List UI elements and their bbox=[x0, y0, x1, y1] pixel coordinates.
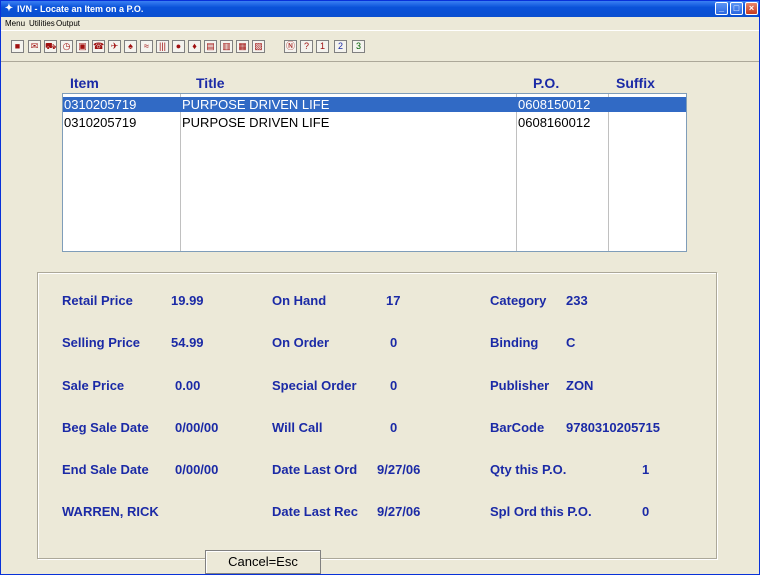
po-list[interactable]: 0310205719 PURPOSE DRIVEN LIFE 060815001… bbox=[62, 93, 687, 252]
category-value: 233 bbox=[566, 293, 588, 308]
tool-16-icon[interactable]: ▧ bbox=[252, 40, 265, 53]
clock-icon[interactable]: ◷ bbox=[60, 40, 73, 53]
retail-price-label: Retail Price bbox=[62, 293, 133, 308]
end-sale-date-label: End Sale Date bbox=[62, 462, 149, 477]
tool-7-icon[interactable]: ✈ bbox=[108, 40, 121, 53]
tool-two-button[interactable]: 2 bbox=[334, 40, 347, 53]
cell-po: 0608160012 bbox=[518, 115, 591, 130]
barcode-label: BarCode bbox=[490, 420, 545, 435]
tool-12-icon[interactable]: ♦ bbox=[188, 40, 201, 53]
end-sale-date-value: 0/00/00 bbox=[175, 462, 219, 477]
table-row[interactable]: 0310205719 PURPOSE DRIVEN LIFE 060816001… bbox=[63, 115, 686, 130]
qty-this-po-value: 1 bbox=[642, 462, 650, 477]
special-order-label: Special Order bbox=[272, 378, 357, 393]
cell-item: 0310205719 bbox=[64, 97, 137, 112]
header-po[interactable]: P.O. bbox=[533, 75, 559, 91]
phone-icon[interactable]: ☎ bbox=[92, 40, 105, 53]
menu-bar: Menu Utilities Output bbox=[1, 17, 759, 30]
tool-9-icon[interactable]: ≈ bbox=[140, 40, 153, 53]
header-item[interactable]: Item bbox=[70, 75, 99, 91]
on-hand-value: 17 bbox=[386, 293, 401, 308]
menu-item-utilities[interactable]: Utilities bbox=[29, 17, 55, 30]
tool-17-icon[interactable]: Ⓝ bbox=[284, 40, 297, 53]
close-button[interactable]: × bbox=[745, 2, 758, 15]
lock-icon[interactable]: ▤ bbox=[204, 40, 217, 53]
cell-title: PURPOSE DRIVEN LIFE bbox=[182, 115, 330, 130]
app-icon: ✦ bbox=[4, 3, 14, 14]
cell-title: PURPOSE DRIVEN LIFE bbox=[182, 97, 330, 112]
maximize-button[interactable]: □ bbox=[730, 2, 743, 15]
tool-2-icon[interactable]: ✉ bbox=[28, 40, 41, 53]
help-icon[interactable]: ? bbox=[300, 40, 313, 53]
selling-price-value: 54.99 bbox=[171, 335, 204, 350]
barcode-icon[interactable]: ● bbox=[172, 40, 185, 53]
on-order-label: On Order bbox=[272, 335, 330, 350]
barcode-value: 9780310205715 bbox=[566, 420, 660, 435]
publisher-value: ZON bbox=[566, 378, 594, 393]
tool-three-button[interactable]: 3 bbox=[352, 40, 365, 53]
date-last-rec-label: Date Last Rec bbox=[272, 504, 358, 519]
sale-price-value: 0.00 bbox=[175, 378, 201, 393]
beg-sale-date-label: Beg Sale Date bbox=[62, 420, 149, 435]
publisher-label: Publisher bbox=[490, 378, 550, 393]
on-hand-label: On Hand bbox=[272, 293, 327, 308]
will-call-label: Will Call bbox=[272, 420, 323, 435]
binding-value: C bbox=[566, 335, 576, 350]
header-title[interactable]: Title bbox=[196, 75, 225, 91]
menu-item-output[interactable]: Output bbox=[56, 17, 80, 30]
tool-5-icon[interactable]: ▣ bbox=[76, 40, 89, 53]
toolbar: ■ ✉ ⛟ ◷ ▣ ☎ ✈ ♠ ≈ ||| ● ♦ ▤ ▥ ▦ ▧ Ⓝ ? 1 … bbox=[1, 30, 759, 62]
special-order-value: 0 bbox=[390, 378, 398, 393]
cell-item: 0310205719 bbox=[64, 115, 137, 130]
minimize-button[interactable]: _ bbox=[715, 2, 728, 15]
date-last-ord-label: Date Last Ord bbox=[272, 462, 358, 477]
qty-this-po-label: Qty this P.O. bbox=[490, 462, 567, 477]
spl-ord-this-po-label: Spl Ord this P.O. bbox=[490, 504, 592, 519]
cell-po: 0608150012 bbox=[518, 97, 591, 112]
binding-label: Binding bbox=[490, 335, 539, 350]
app-window: ✦ IVN - Locate an Item on a P.O. _ □ × M… bbox=[0, 0, 760, 575]
tool-10-icon[interactable]: ||| bbox=[156, 40, 169, 53]
header-suffix[interactable]: Suffix bbox=[616, 75, 655, 91]
will-call-value: 0 bbox=[390, 420, 398, 435]
binoculars-icon[interactable]: ♠ bbox=[124, 40, 137, 53]
table-row[interactable]: 0310205719 PURPOSE DRIVEN LIFE 060815001… bbox=[63, 97, 686, 112]
tool-3-icon[interactable]: ⛟ bbox=[44, 40, 57, 53]
on-order-value: 0 bbox=[390, 335, 398, 350]
spl-ord-this-po-value: 0 bbox=[642, 504, 650, 519]
category-label: Category bbox=[490, 293, 547, 308]
tool-15-icon[interactable]: ▦ bbox=[236, 40, 249, 53]
date-last-rec-value: 9/27/06 bbox=[377, 504, 421, 519]
tool-14-icon[interactable]: ▥ bbox=[220, 40, 233, 53]
selling-price-label: Selling Price bbox=[62, 335, 141, 350]
tool-1-icon[interactable]: ■ bbox=[11, 40, 24, 53]
date-last-ord-value: 9/27/06 bbox=[377, 462, 421, 477]
author-name: WARREN, RICK bbox=[62, 504, 159, 519]
menu-item-menu[interactable]: Menu bbox=[5, 17, 25, 30]
sale-price-label: Sale Price bbox=[62, 378, 125, 393]
title-bar[interactable]: ✦ IVN - Locate an Item on a P.O. _ □ × bbox=[1, 1, 759, 17]
retail-price-value: 19.99 bbox=[171, 293, 204, 308]
window-title: IVN - Locate an Item on a P.O. bbox=[17, 4, 144, 14]
beg-sale-date-value: 0/00/00 bbox=[175, 420, 219, 435]
tool-one-button[interactable]: 1 bbox=[316, 40, 329, 53]
cancel-button[interactable]: Cancel=Esc bbox=[205, 550, 321, 574]
